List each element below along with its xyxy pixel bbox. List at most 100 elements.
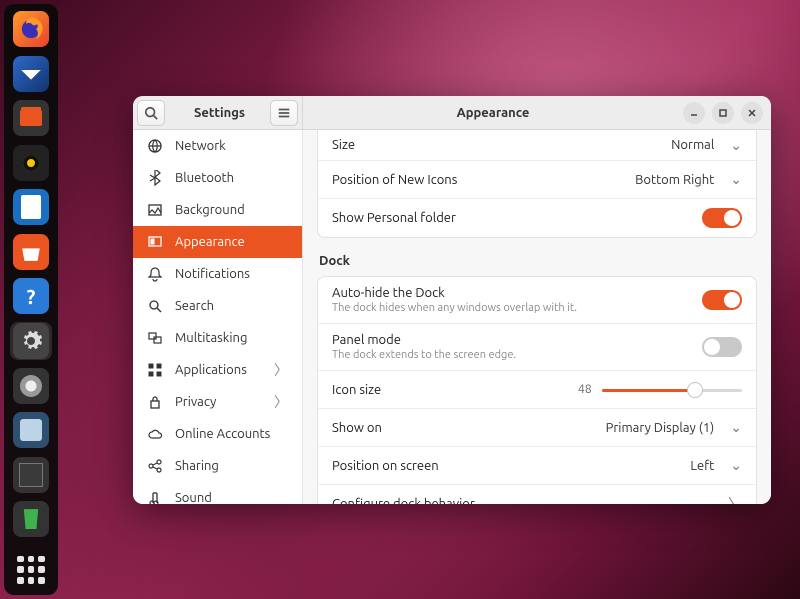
chevron-right-icon: 〉 [274, 360, 288, 380]
chevron-right-icon: 〉 [722, 494, 742, 504]
dock-show-applications[interactable] [10, 550, 52, 589]
files-icon [13, 100, 49, 136]
switch-panel-mode[interactable] [702, 337, 742, 357]
dock-item-firefox[interactable] [10, 10, 52, 49]
dock-item-thunderbird[interactable] [10, 55, 52, 94]
sidebar-item-label: Applications [175, 363, 247, 377]
lock-icon [147, 394, 163, 410]
sidebar-title: Settings [169, 106, 270, 120]
sound-icon [147, 490, 163, 504]
dock-group: Auto-hide the Dock The dock hides when a… [317, 276, 757, 504]
row-label: Position of New Icons [332, 173, 457, 187]
row-autohide-dock: Auto-hide the Dock The dock hides when a… [318, 277, 756, 323]
chevron-down-icon: ⌄ [724, 137, 742, 154]
bell-icon [147, 266, 163, 282]
sidebar-item-label: Sound [175, 491, 212, 504]
sidebar-item-applications[interactable]: Applications 〉 [133, 354, 302, 386]
chevron-down-icon: ⌄ [724, 171, 742, 188]
sidebar-item-label: Background [175, 203, 245, 217]
sidebar-item-bluetooth[interactable]: Bluetooth [133, 162, 302, 194]
dock-item-files[interactable] [10, 99, 52, 138]
sidebar-item-label: Sharing [175, 459, 219, 473]
row-label: Size [332, 138, 355, 152]
apps-grid-icon [13, 552, 49, 588]
sidebar-item-sharing[interactable]: Sharing [133, 450, 302, 482]
dock-item-software[interactable] [10, 233, 52, 272]
row-subtitle: The dock extends to the screen edge. [332, 349, 516, 361]
settings-window: Settings Appearance Network Bluetooth Ba… [133, 96, 771, 504]
row-label: Icon size [332, 383, 381, 397]
hamburger-menu-button[interactable] [270, 100, 298, 126]
search-icon [144, 106, 158, 120]
slider-icon-size[interactable] [602, 382, 742, 398]
page-title: Appearance [303, 106, 683, 120]
dock-item-writer[interactable] [10, 188, 52, 227]
switch-autohide-dock[interactable] [702, 290, 742, 310]
row-configure-dock-behavior[interactable]: Configure dock behavior 〉 [318, 484, 756, 504]
sidebar-item-network[interactable]: Network [133, 130, 302, 162]
row-value: Left [690, 459, 714, 473]
settings-icon [13, 323, 49, 359]
row-value: Normal [671, 138, 714, 152]
settings-main-pane[interactable]: Size Normal ⌄ Position of New Icons Bott… [303, 130, 771, 504]
background-icon [147, 202, 163, 218]
row-show-on[interactable]: Show on Primary Display (1) ⌄ [318, 408, 756, 446]
close-icon [747, 108, 757, 118]
cloud-icon [147, 426, 163, 442]
maximize-icon [718, 108, 728, 118]
row-position-on-screen[interactable]: Position on screen Left ⌄ [318, 446, 756, 484]
sidebar-item-online-accounts[interactable]: Online Accounts [133, 418, 302, 450]
libreoffice-writer-icon [13, 189, 49, 225]
sidebar-item-label: Search [175, 299, 214, 313]
row-subtitle: The dock hides when any windows overlap … [332, 302, 577, 314]
bluetooth-icon [147, 170, 163, 186]
hamburger-icon [277, 106, 291, 120]
rhythmbox-icon [13, 145, 49, 181]
thunderbird-icon [13, 56, 49, 92]
maximize-button[interactable] [712, 102, 734, 124]
multitasking-icon [147, 330, 163, 346]
row-label: Show Personal folder [332, 211, 456, 225]
dock-item-text-editor[interactable] [10, 411, 52, 450]
desktop-icons-group: Size Normal ⌄ Position of New Icons Bott… [317, 130, 757, 238]
sidebar-item-notifications[interactable]: Notifications [133, 258, 302, 290]
sidebar-item-label: Network [175, 139, 226, 153]
row-label: Panel mode [332, 333, 516, 347]
sidebar-item-label: Multitasking [175, 331, 247, 345]
row-size[interactable]: Size Normal ⌄ [318, 130, 756, 160]
dock-item-help[interactable] [10, 277, 52, 316]
row-label: Auto-hide the Dock [332, 286, 577, 300]
sidebar-item-multitasking[interactable]: Multitasking [133, 322, 302, 354]
minimize-button[interactable] [683, 102, 705, 124]
chevron-right-icon: 〉 [274, 392, 288, 412]
dock-item-settings[interactable] [10, 322, 52, 361]
sidebar-item-label: Privacy [175, 395, 216, 409]
dock-item-drive[interactable] [10, 455, 52, 494]
sharing-icon [147, 458, 163, 474]
sidebar-item-sound[interactable]: Sound [133, 482, 302, 504]
row-new-icons-position[interactable]: Position of New Icons Bottom Right ⌄ [318, 160, 756, 198]
close-button[interactable] [741, 102, 763, 124]
row-value: Primary Display (1) [606, 421, 715, 435]
row-icon-size: Icon size 48 [318, 370, 756, 408]
help-icon [13, 278, 49, 314]
sidebar-item-search[interactable]: Search [133, 290, 302, 322]
row-label: Configure dock behavior [332, 497, 475, 504]
text-editor-icon [13, 412, 49, 448]
search-button[interactable] [137, 100, 165, 126]
dock-item-trash[interactable] [10, 500, 52, 539]
settings-sidebar[interactable]: Network Bluetooth Background Appearance … [133, 130, 303, 504]
dock-item-rhythmbox[interactable] [10, 144, 52, 183]
sidebar-item-appearance[interactable]: Appearance [133, 226, 302, 258]
chevron-down-icon: ⌄ [724, 457, 742, 474]
chevron-down-icon: ⌄ [724, 419, 742, 436]
titlebar: Settings Appearance [133, 96, 771, 130]
sidebar-item-privacy[interactable]: Privacy 〉 [133, 386, 302, 418]
dock-item-disk[interactable] [10, 366, 52, 405]
switch-show-personal-folder[interactable] [702, 208, 742, 228]
appearance-icon [147, 234, 163, 250]
disk-icon [13, 368, 49, 404]
sidebar-item-background[interactable]: Background [133, 194, 302, 226]
sidebar-item-label: Bluetooth [175, 171, 234, 185]
applications-icon [147, 362, 163, 378]
